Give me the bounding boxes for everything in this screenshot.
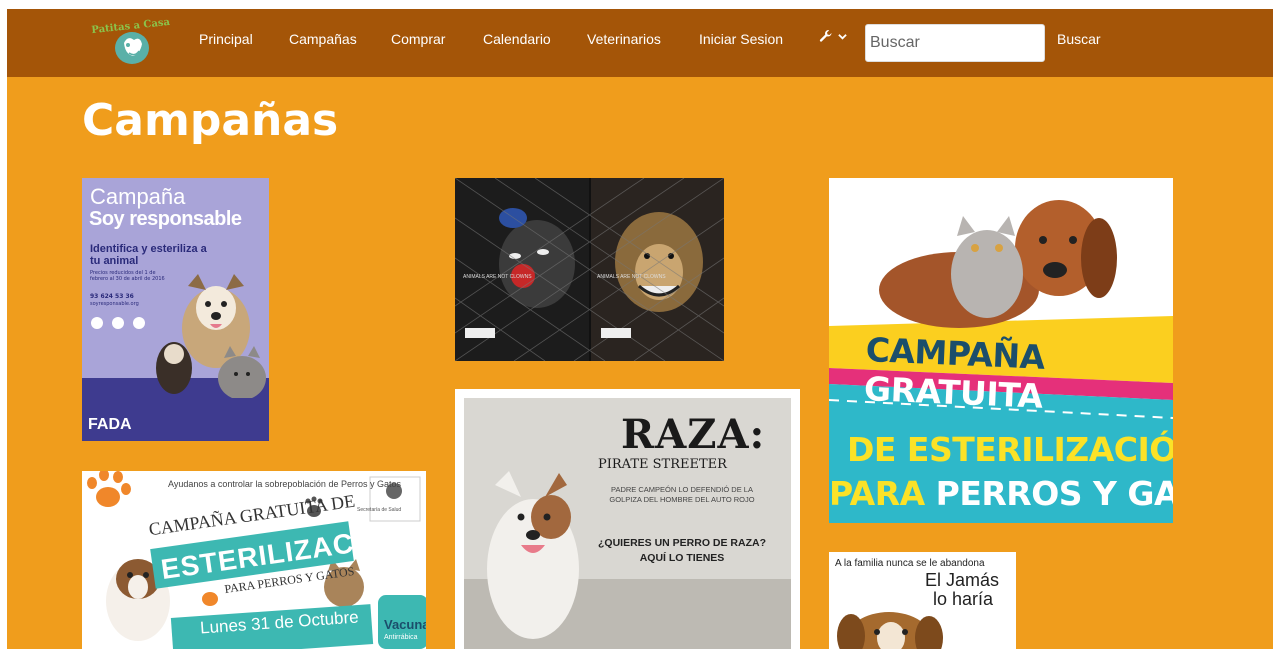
poster1-line2: Soy responsable	[89, 208, 242, 230]
poster4-header: Ayudanos a controlar la sobrepoblación d…	[168, 479, 401, 489]
poster2-caption-left: ANIMALS ARE NOT CLOWNS	[463, 274, 532, 280]
poster4-vaccine-b: Antirrábica	[384, 634, 418, 641]
poster5-subtitle: PIRATE STREETER	[598, 457, 727, 472]
nav-link-campanas[interactable]: Campañas	[289, 31, 357, 47]
poster-el-jamas[interactable]: A la familia nunca se le abandona El Jam…	[829, 552, 1016, 649]
poster-soy-responsable[interactable]: Campaña Soy responsable Identifica y est…	[82, 178, 269, 441]
page-title: Campañas	[82, 95, 339, 146]
chevron-down-icon	[838, 33, 847, 40]
nav-link-calendario[interactable]: Calendario	[483, 31, 551, 47]
poster2-caption-right: ANIMALS ARE NOT CLOWNS	[597, 274, 666, 280]
poster5-question: ¿QUIERES UN PERRO DE RAZA? AQUÍ LO TIENE…	[597, 537, 766, 564]
poster3-line1: CAMPAÑA GRATUITA	[863, 330, 1046, 416]
poster-lunes-31[interactable]: Ayudanos a controlar la sobrepoblación d…	[82, 471, 426, 649]
navbar: Patitas a Casa Principal Campañas Compra…	[7, 9, 1273, 77]
wrench-icon	[819, 30, 832, 42]
poster4-agency: Secretaría de Salud	[357, 507, 402, 513]
poster-circus-animals[interactable]: ANIMALS ARE NOT CLOWNS ANIMALS ARE NOT C…	[455, 178, 724, 361]
poster2-image: ANIMALS ARE NOT CLOWNS ANIMALS ARE NOT C…	[455, 178, 724, 361]
poster1-phone: 93 624 53 36	[90, 293, 134, 300]
poster5-title: RAZA:	[621, 411, 766, 458]
poster1-pets-image	[156, 274, 266, 398]
poster1-line1: Campaña	[90, 184, 186, 209]
nav-link-comprar[interactable]: Comprar	[391, 31, 445, 47]
nav-link-principal[interactable]: Principal	[199, 31, 253, 47]
page-frame: Patitas a Casa Principal Campañas Compra…	[7, 9, 1273, 649]
poster1-fada: FADA	[88, 416, 132, 433]
poster-raza[interactable]: RAZA: PIRATE STREETER PADRE CAMPEÓN LO D…	[455, 389, 800, 649]
tools-dropdown[interactable]	[819, 29, 847, 43]
poster4-vaccine-a: Vacuna	[384, 617, 426, 632]
nav-link-veterinarios[interactable]: Veterinarios	[587, 31, 661, 47]
poster3-line2: DE ESTERILIZACIÓN	[847, 430, 1173, 469]
poster6-image	[837, 612, 943, 649]
nav-link-iniciar-sesion[interactable]: Iniciar Sesion	[699, 31, 783, 47]
poster5-body: PADRE CAMPEÓN LO DEFENDIÓ DE LA GOLPIZA …	[609, 485, 755, 504]
search-button[interactable]: Buscar	[1057, 31, 1101, 47]
poster3-line3: PARA PERROS Y GATOS	[829, 474, 1173, 513]
search-input[interactable]	[865, 24, 1045, 62]
poster-esterilizacion-gratuita[interactable]: CAMPAÑA GRATUITA DE ESTERILIZACIÓN PARA …	[829, 178, 1173, 523]
site-logo[interactable]: Patitas a Casa	[85, 15, 177, 67]
